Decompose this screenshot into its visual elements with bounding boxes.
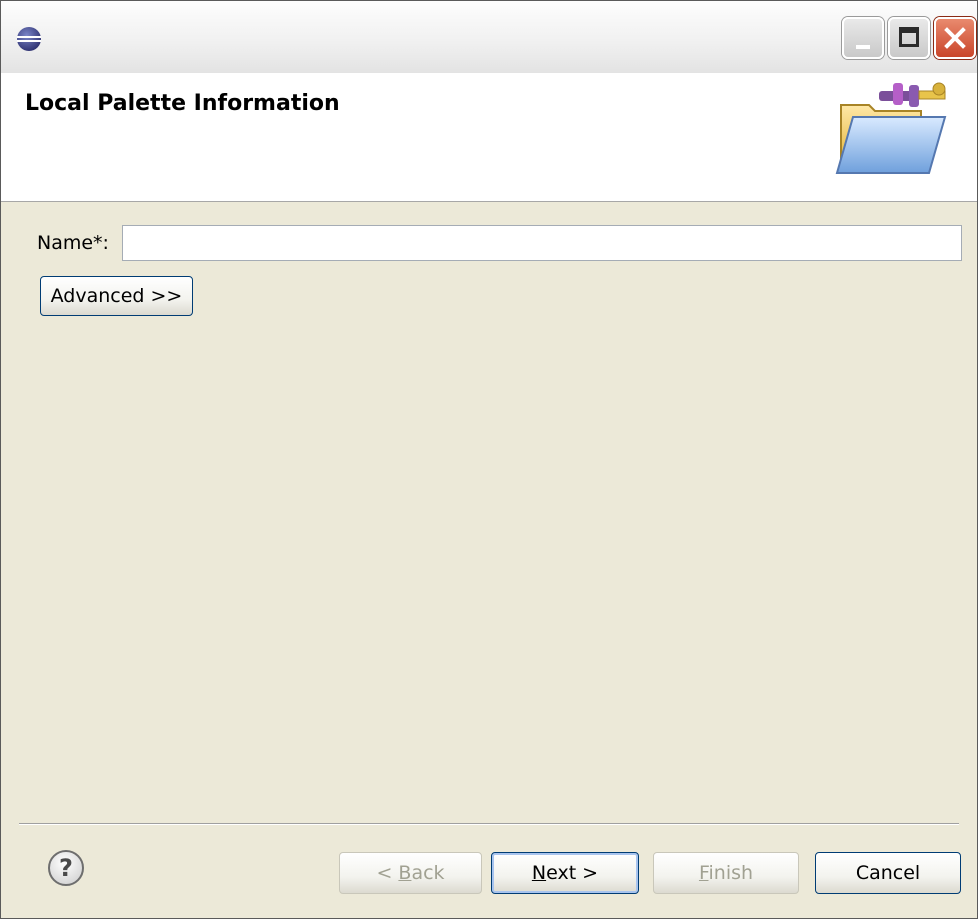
back-button[interactable]: < Back <box>339 852 482 894</box>
svg-text:?: ? <box>59 854 73 882</box>
finish-button[interactable]: Finish <box>653 852 799 894</box>
advanced-button[interactable]: Advanced >> <box>40 276 193 316</box>
minimize-icon <box>856 45 870 49</box>
minimize-button[interactable] <box>842 17 884 59</box>
maximize-icon <box>899 27 919 47</box>
wizard-content: Name*: Advanced >> <box>1 202 977 822</box>
wizard-dialog: Local Palette Information Name*: Advance… <box>0 0 978 919</box>
next-label: ext > <box>546 862 599 884</box>
wizard-banner: Local Palette Information <box>1 73 977 202</box>
name-label: Name*: <box>37 232 109 254</box>
footer-separator <box>19 823 959 825</box>
cancel-button[interactable]: Cancel <box>815 852 961 894</box>
next-mnemonic: N <box>531 862 547 884</box>
finish-mnemonic: F <box>698 862 709 884</box>
maximize-button[interactable] <box>888 17 930 59</box>
palette-folder-icon <box>835 82 947 174</box>
back-mnemonic: B <box>398 862 412 884</box>
close-icon <box>944 27 966 49</box>
back-prefix: < <box>376 862 399 884</box>
title-bar[interactable] <box>1 1 977 73</box>
page-title: Local Palette Information <box>25 91 340 116</box>
close-button[interactable] <box>934 17 976 59</box>
back-label: ack <box>411 862 445 884</box>
help-icon[interactable]: ? <box>47 849 85 887</box>
finish-label: inish <box>708 862 754 884</box>
next-button[interactable]: Next > <box>491 852 639 894</box>
eclipse-app-icon <box>17 27 41 51</box>
name-field[interactable] <box>122 225 962 261</box>
